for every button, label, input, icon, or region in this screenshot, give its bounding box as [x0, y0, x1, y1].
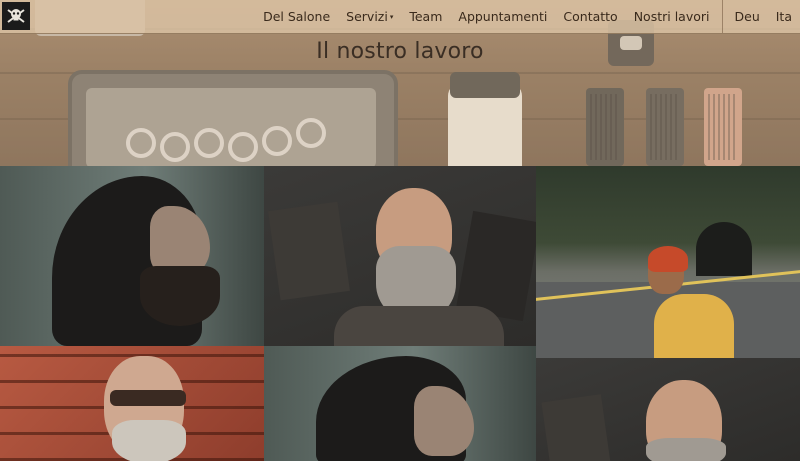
- gallery-image-5[interactable]: [264, 346, 536, 461]
- lang-deu[interactable]: Deu: [727, 0, 768, 33]
- page-title: Il nostro lavoro: [316, 39, 484, 64]
- language-divider: [721, 0, 723, 33]
- gallery-image-2[interactable]: [264, 166, 536, 346]
- nav-item-team[interactable]: Team: [401, 0, 450, 33]
- skull-logo-icon[interactable]: [2, 2, 30, 30]
- nav-item-nostri-lavori[interactable]: Nostri lavori: [626, 0, 718, 33]
- nav-item-contatto[interactable]: Contatto: [555, 0, 625, 33]
- lang-ita[interactable]: Ita: [768, 0, 800, 33]
- nav-item-del-salone[interactable]: Del Salone: [255, 0, 338, 33]
- top-navbar: Del Salone Servizi ▾ Team Appuntamenti Co…: [0, 0, 800, 34]
- chevron-down-icon: ▾: [389, 12, 394, 21]
- gallery-image-6[interactable]: [536, 358, 800, 461]
- gallery-image-3[interactable]: [536, 166, 800, 358]
- nav-item-appuntamenti[interactable]: Appuntamenti: [450, 0, 555, 33]
- nav-menu: Del Salone Servizi ▾ Team Appuntamenti Co…: [255, 0, 800, 33]
- gallery-image-1[interactable]: [0, 166, 264, 346]
- nav-item-servizi[interactable]: Servizi ▾: [338, 0, 401, 33]
- gallery-image-4[interactable]: [0, 346, 264, 461]
